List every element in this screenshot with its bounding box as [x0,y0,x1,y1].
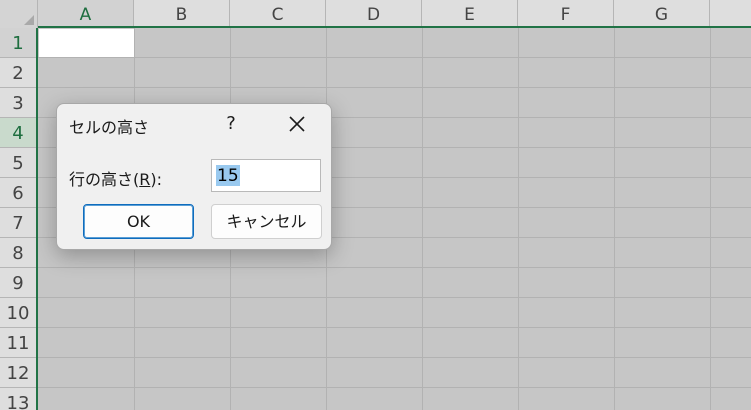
row-header-9[interactable]: 9 [0,268,36,298]
row-header-bar: 1 2 3 4 5 6 7 8 9 10 11 12 13 [0,28,38,410]
close-button[interactable] [285,112,309,136]
active-cell-a1[interactable] [39,29,134,57]
row-header-2[interactable]: 2 [0,58,36,88]
row-header-3[interactable]: 3 [0,88,36,118]
grid-line [38,297,751,298]
dialog-title: セルの高さ [69,118,150,137]
grid-line [38,57,751,58]
select-all-button[interactable] [0,0,38,28]
row-header-4[interactable]: 4 [0,118,36,148]
grid-line [710,28,711,410]
grid-line [422,28,423,410]
grid-line [614,28,615,410]
row-header-12[interactable]: 12 [0,358,36,388]
row-height-value: 15 [216,165,240,186]
grid-line [38,267,751,268]
column-header-b[interactable]: B [134,0,230,27]
row-header-5[interactable]: 5 [0,148,36,178]
row-height-dialog: セルの高さ ? 行の高さ(R): 15 OK キャンセル [56,103,332,250]
grid-line [38,357,751,358]
row-header-7[interactable]: 7 [0,208,36,238]
grid-line [38,87,751,88]
row-header-1[interactable]: 1 [0,28,36,58]
row-height-label-suffix: ): [150,170,163,189]
grid-line [38,327,751,328]
ok-button[interactable]: OK [83,204,194,239]
row-header-13[interactable]: 13 [0,388,36,410]
column-header-a[interactable]: A [38,0,134,27]
column-header-d[interactable]: D [326,0,422,27]
row-header-11[interactable]: 11 [0,328,36,358]
row-height-label-prefix: 行の高さ( [69,170,140,189]
column-header-c[interactable]: C [230,0,326,27]
column-header-f[interactable]: F [518,0,614,27]
help-button[interactable]: ? [221,112,241,136]
row-height-input[interactable]: 15 [211,159,321,192]
row-height-label: 行の高さ(R): [69,166,162,190]
cancel-button[interactable]: キャンセル [211,204,322,239]
grid-line [38,387,751,388]
row-header-8[interactable]: 8 [0,238,36,268]
column-header-h[interactable] [710,0,751,27]
column-header-bar: A B C D E F G [0,0,751,28]
column-header-e[interactable]: E [422,0,518,27]
close-icon [289,116,305,132]
row-height-access-key: R [139,170,151,189]
excel-window: A B C D E F G 1 2 3 4 5 6 7 8 9 10 11 12… [0,0,751,410]
column-header-g[interactable]: G [614,0,710,27]
row-header-6[interactable]: 6 [0,178,36,208]
grid-line [518,28,519,410]
row-header-10[interactable]: 10 [0,298,36,328]
